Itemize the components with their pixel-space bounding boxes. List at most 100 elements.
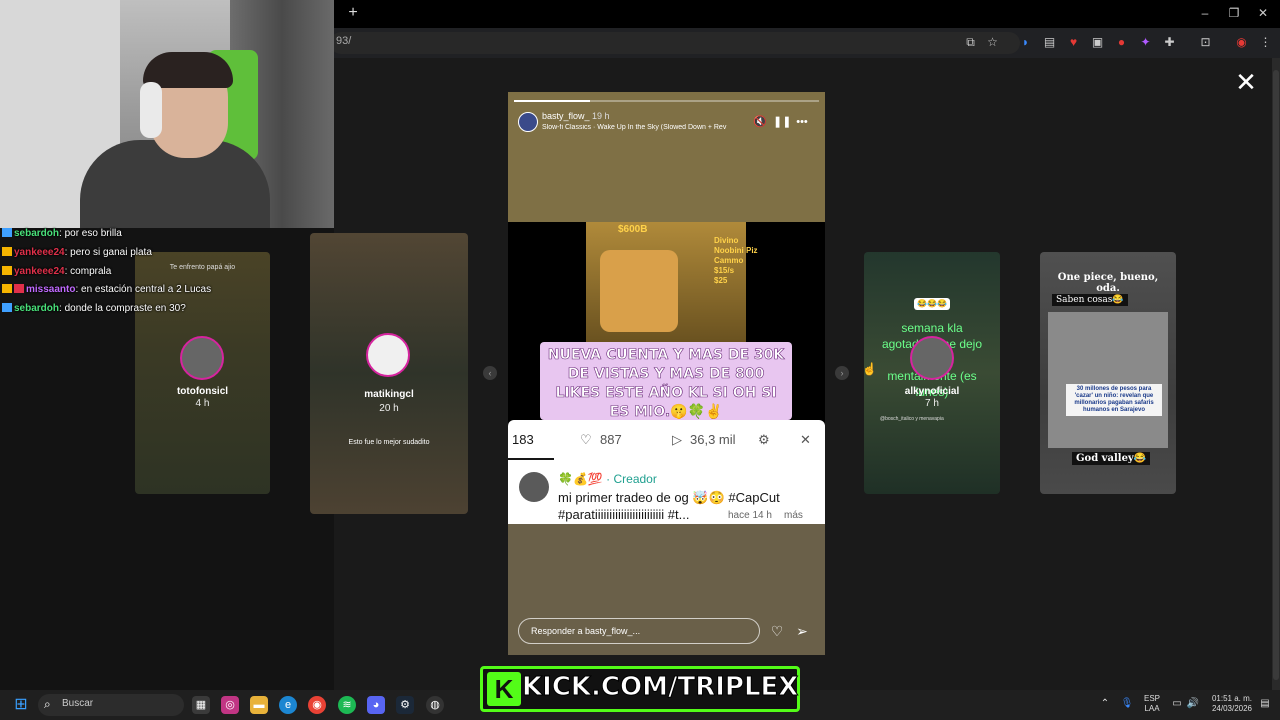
chat-text: donde la compraste en 30? [64,303,186,314]
chat-badge-icon [2,284,12,293]
tiktok-caption: NUEVA CUENTA Y MAS DE 30K DE VISTAS Y MA… [540,342,792,420]
story-preview[interactable]: 😂😂😂 semana kla agotadora me dejo la plag… [864,252,1000,494]
address-bar[interactable] [330,32,1020,54]
story-bottom-text: God valley😂 [1072,452,1151,465]
chat-message: missaanto: en estación central a 2 Lucas [2,284,211,295]
search-icon: ⌕ [44,697,51,711]
reply-input[interactable]: Responder a basty_flow_... [518,618,760,644]
like-heart-icon[interactable]: ♡ [768,622,786,640]
story-music-label[interactable]: Slow-fi Classics · Wake Up In the Sky (S… [542,124,747,131]
store-icon[interactable]: ▦ [192,696,210,714]
extension-icon[interactable]: ♥ [1066,35,1081,50]
more-link: más [784,510,803,521]
lang-layout: LAA [1144,704,1160,713]
tab-search-icon[interactable]: ⊡ [1198,35,1213,50]
scrollbar-thumb[interactable] [1273,70,1279,680]
chat-username: missaanto [26,284,76,295]
story-time: 7 h [925,398,939,409]
discord-icon[interactable]: ◕ [367,696,385,714]
system-clock[interactable]: 01:51 a. m. 24/03/2026 [1200,694,1252,714]
chat-username: sebardoh [14,228,60,239]
chat-username: sebardoh [14,303,60,314]
tiktok-info-card: 183 ♡ 887 ▷ 36,3 mil ⚙ ✕ 🍀💰💯 · Creador m… [508,420,825,524]
price-label: $600B [618,224,648,235]
new-tab-button[interactable]: + [344,4,362,22]
notifications-icon[interactable]: ▤ [1258,696,1272,712]
story-username[interactable]: basty_flow_ [542,111,590,121]
tray-overflow-icon[interactable]: ⌃ [1098,696,1112,712]
play-count: 36,3 mil [690,432,736,447]
extension-icon[interactable]: ▤ [1042,35,1057,50]
comment-count: 183 [512,432,534,447]
chat-badge-icon [2,266,12,275]
story-preview[interactable]: matikingcl 20 h Esto fue lo mejor sudadi… [310,233,468,514]
story-sub-text: Saben cosas😂 [1052,294,1128,306]
menu-icon[interactable]: ⋮ [1258,35,1273,50]
chat-badge-icon [2,303,12,312]
filter-icon: ⚙ [758,432,770,447]
clock-date: 24/03/2026 [1211,704,1252,713]
price-side-label: Divino Noobini Piz Cammo $15/s $25 [714,236,758,285]
network-icon[interactable]: ▭ [1170,696,1184,712]
story-username: matikingcl [364,389,414,400]
story-overlay-text: Te enfrento papá ajio [169,264,236,271]
story-preview[interactable]: One piece, bueno, oda. Saben cosas😂 30 m… [1040,252,1176,494]
bookmark-star-icon[interactable]: ☆ [985,35,1000,50]
chat-message: yankeee24: comprala [2,266,111,277]
avatar [910,336,954,380]
story-top-text: One piece, bueno, oda. [1057,272,1159,294]
chat-badge-icon [14,284,24,293]
pause-icon[interactable]: ❚❚ [773,115,791,129]
minimize-button[interactable]: – [1196,5,1214,21]
creator-label: 🍀💰💯 · Creador [558,472,657,486]
edge-icon[interactable]: e [279,696,297,714]
obs-icon[interactable]: ◍ [426,696,444,714]
chat-badge-icon [2,228,12,237]
send-icon[interactable]: ➢ [793,622,811,640]
avatar[interactable] [518,112,538,132]
story-time: 20 h [379,403,399,414]
close-viewer-icon[interactable]: ✕ [1234,69,1258,95]
taskbar-search[interactable] [38,694,184,716]
install-app-icon[interactable]: ⧉ [963,35,978,50]
previous-story-button[interactable]: ‹ [483,366,497,380]
close-window-button[interactable]: ✕ [1254,5,1272,21]
instagram-icon[interactable]: ◎ [221,696,239,714]
extensions-puzzle-icon[interactable]: ✚ [1162,35,1177,50]
extension-icon[interactable]: ▣ [1090,35,1105,50]
chrome-icon[interactable]: ◉ [308,696,326,714]
chat-username: yankeee24 [14,247,65,258]
active-story[interactable]: basty_flow_ 19 h Slow-fi Classics · Wake… [508,92,825,655]
url-text: 93/ [336,35,352,47]
webcam-headset [140,82,162,138]
chat-text: comprala [70,266,112,277]
extension-icon[interactable]: ✦ [1138,35,1153,50]
volume-icon[interactable]: 🔊 [1186,696,1200,712]
more-options-icon[interactable]: ••• [795,115,809,129]
chat-badge-icon [2,247,12,256]
chat-text: pero si ganai plata [70,247,152,258]
spotify-icon[interactable]: ≋ [338,696,356,714]
mute-icon[interactable]: 🔇 [753,115,767,129]
steam-icon[interactable]: ⚙ [396,696,414,714]
language-indicator[interactable]: ESP LAA [1140,694,1164,714]
chat-text: por eso brilla [64,228,122,239]
avatar [180,336,224,380]
microphone-icon[interactable]: 🎙 [1120,696,1134,712]
lang-code: ESP [1143,694,1160,703]
story-overlay-text: Esto fue lo mejor sudadito [348,439,430,446]
extension-icon[interactable]: ◗ [1018,35,1033,50]
chat-message: sebardoh: donde la compraste en 30? [2,303,186,314]
windows-start-icon[interactable]: ⊞ [12,696,30,714]
maximize-button[interactable]: ❐ [1225,5,1243,21]
story-badge: 😂😂😂 [914,298,950,310]
hand-cursor-icon: ☝ [862,362,877,376]
tiktok-description: mi primer tradeo de og 🤯😳 #CapCut #parat… [558,490,780,522]
story-username: totofonsicl [176,386,229,397]
folder-icon[interactable]: ▬ [250,696,268,714]
extension-icon[interactable]: ● [1114,35,1129,50]
next-story-button[interactable]: › [835,366,849,380]
avatar [366,333,410,377]
profile-icon[interactable]: ◉ [1234,35,1249,50]
avatar [519,472,549,502]
